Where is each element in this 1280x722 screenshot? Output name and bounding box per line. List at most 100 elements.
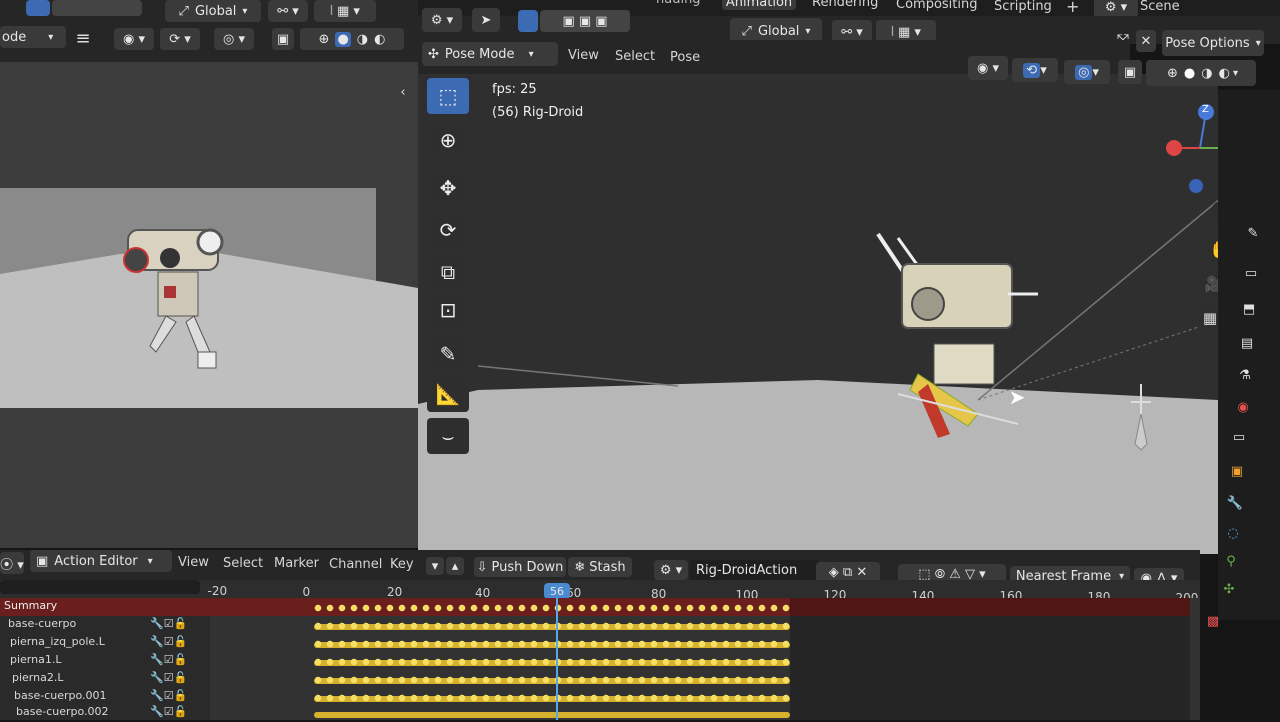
keyframe-hold-bar[interactable]	[314, 712, 790, 718]
object-properties-icon[interactable]: ▣	[1224, 458, 1250, 484]
channel-controls-icon[interactable]: 🔧☑🔓	[150, 671, 187, 684]
tool-select-box[interactable]: ⬚	[427, 78, 469, 114]
channel-controls-icon[interactable]: 🔧☑🔓	[150, 689, 187, 702]
xray-button[interactable]: ▣	[1118, 60, 1142, 84]
chevron-down-icon: ▾	[48, 31, 54, 43]
data-icon[interactable]: ✣	[1216, 576, 1242, 602]
scene-properties-icon[interactable]: ⚗	[1232, 362, 1258, 388]
channel-row-summary[interactable]: Summary	[0, 599, 210, 616]
current-frame-indicator[interactable]: 56	[544, 583, 570, 599]
gizmo-button[interactable]: ⟲ ▾	[1012, 58, 1058, 82]
hamburger-menu-icon[interactable]: ≡	[72, 28, 94, 49]
push-down-label: Push Down	[491, 559, 564, 575]
ae-menu-marker[interactable]: Marker	[274, 556, 319, 571]
left-overlay-button[interactable]: ◎ ▾	[214, 28, 254, 50]
action-buttons[interactable]: ◈ ⧉ ✕	[816, 562, 880, 582]
left-shading-buttons[interactable]: ⊕ ● ◑ ◐	[300, 28, 404, 50]
menu-select[interactable]: Select	[615, 49, 655, 64]
left-xray-button[interactable]: ▣	[272, 28, 294, 50]
pose-options-dropdown[interactable]: Pose Options ▾	[1162, 30, 1264, 56]
tool-properties-icon[interactable]: ✎	[1240, 220, 1266, 246]
layer-down-button[interactable]: ▾	[426, 557, 444, 575]
select-mode-options[interactable]: ▣ ▣ ▣	[540, 10, 630, 32]
render-properties-icon[interactable]: ▭	[1238, 260, 1264, 286]
texture-icon[interactable]: ▩	[1202, 610, 1224, 632]
ae-menu-view[interactable]: View	[178, 555, 209, 570]
tab-compositing[interactable]: Compositing	[896, 0, 978, 12]
select-extend-mode-button[interactable]	[52, 0, 142, 16]
action-browse-button[interactable]: ⚙ ▾	[654, 560, 688, 580]
channel-controls-icon[interactable]: 🔧☑🔓	[150, 653, 187, 666]
menu-pose[interactable]: Pose	[670, 50, 700, 65]
tab-animation[interactable]: Animation	[722, 0, 796, 10]
action-name-field[interactable]: Rig-DroidAction	[690, 560, 820, 580]
select-box-mode-button[interactable]	[26, 0, 50, 16]
tool-transform[interactable]: ⊡	[427, 292, 469, 328]
tool-settings-button[interactable]: ⚙ ▾	[422, 8, 462, 32]
material-icon: ◑	[1201, 65, 1213, 81]
track-keyframes[interactable]	[312, 658, 792, 666]
left-mode-dropdown[interactable]: ode ▾	[0, 26, 66, 48]
channel-controls-icon[interactable]: 🔧☑🔓	[150, 635, 187, 648]
world-properties-icon[interactable]: ◉	[1230, 394, 1256, 420]
summary-keyframes[interactable]	[312, 604, 792, 612]
tab-rendering[interactable]: Rendering	[812, 0, 878, 10]
track-keyframes[interactable]	[312, 694, 792, 702]
channel-row[interactable]: base-cuerpo.001 🔧☑🔓	[0, 689, 210, 706]
channel-row[interactable]: base-cuerpo.002 🔧☑🔓	[0, 705, 210, 722]
channel-controls-icon[interactable]: 🔧☑🔓	[150, 705, 187, 718]
tool-move[interactable]: ✥	[427, 170, 469, 206]
left-snap-button[interactable]: ⦚ ▦ ▾	[314, 0, 376, 22]
modifier-icon[interactable]: 🔧	[1222, 490, 1248, 516]
track-keyframes[interactable]	[312, 676, 792, 684]
collection-icon[interactable]: ▭	[1226, 424, 1252, 450]
tab-shading[interactable]: hading	[656, 0, 701, 7]
shading-buttons[interactable]: ⊕ ● ◑ ◐ ▾	[1146, 60, 1256, 86]
tool-measure[interactable]: 📐	[427, 376, 469, 412]
bone-widget	[1131, 384, 1151, 451]
left-visibility-button[interactable]: ◉ ▾	[114, 28, 154, 50]
channel-row[interactable]: pierna1.L 🔧☑🔓	[0, 653, 210, 670]
channel-controls-icon[interactable]: 🔧☑🔓	[150, 617, 187, 630]
output-properties-icon[interactable]: ⬒	[1236, 296, 1262, 322]
channel-row[interactable]: pierna_izq_pole.L 🔧☑🔓	[0, 635, 210, 652]
mode-dropdown[interactable]: ✣ Pose Mode ▾	[422, 42, 558, 66]
editor-type-button[interactable]: ⦿ ▾	[0, 552, 24, 574]
select-mode-button[interactable]	[518, 10, 538, 32]
select-tool-button[interactable]: ➤	[472, 8, 500, 32]
collapse-arrow-icon[interactable]: ‹	[396, 84, 410, 100]
stash-button[interactable]: ❄ Stash	[568, 557, 632, 577]
add-workspace-icon[interactable]: +	[1066, 0, 1079, 16]
constraint-icon[interactable]: ⚲	[1218, 548, 1244, 574]
push-down-button[interactable]: ⇩ Push Down	[474, 557, 566, 577]
track-keyframes[interactable]	[312, 640, 792, 648]
tool-scale[interactable]: ⧉	[427, 254, 469, 290]
ae-menu-channel[interactable]: Channel	[329, 557, 382, 572]
tool-cursor[interactable]: ⊕	[427, 122, 469, 158]
tool-relax[interactable]: ⌣	[427, 418, 469, 454]
menu-view[interactable]: View	[568, 48, 599, 63]
visibility-button[interactable]: ◉ ▾	[968, 56, 1008, 80]
left-pivot-button[interactable]: ⚯ ▾	[268, 0, 308, 22]
tab-scripting[interactable]: Scripting	[994, 0, 1052, 14]
left-gizmo-button[interactable]: ⟳ ▾	[160, 28, 200, 50]
left-orientation-dropdown[interactable]: ⤢ Global ▾	[165, 0, 261, 22]
track-keyframes[interactable]	[312, 622, 792, 630]
tool-annotate[interactable]: ✎	[427, 336, 469, 372]
channel-row[interactable]: pierna2.L 🔧☑🔓	[0, 671, 210, 688]
tool-rotate[interactable]: ⟳	[427, 212, 469, 248]
playhead-line[interactable]	[556, 598, 558, 720]
channel-row[interactable]: base-cuerpo 🔧☑🔓	[0, 617, 210, 634]
layer-up-button[interactable]: ▴	[446, 557, 464, 575]
physics-icon[interactable]: ◌	[1220, 520, 1246, 546]
ae-menu-key[interactable]: Key	[390, 557, 414, 572]
left-viewport[interactable]: ‹	[0, 62, 418, 548]
close-x-button[interactable]: ✕	[1136, 30, 1156, 52]
overlay-button[interactable]: ◎ ▾	[1064, 60, 1110, 84]
ae-menu-select[interactable]: Select	[223, 556, 263, 571]
view-layer-icon[interactable]: ▤	[1234, 330, 1260, 356]
scene-name[interactable]: Scene	[1140, 0, 1180, 14]
channel-search-field[interactable]	[0, 580, 200, 594]
main-viewport[interactable]: fps: 25 (56) Rig-Droid ➤	[418, 74, 1218, 554]
editor-mode-dropdown[interactable]: ▣ Action Editor ▾	[30, 550, 172, 572]
